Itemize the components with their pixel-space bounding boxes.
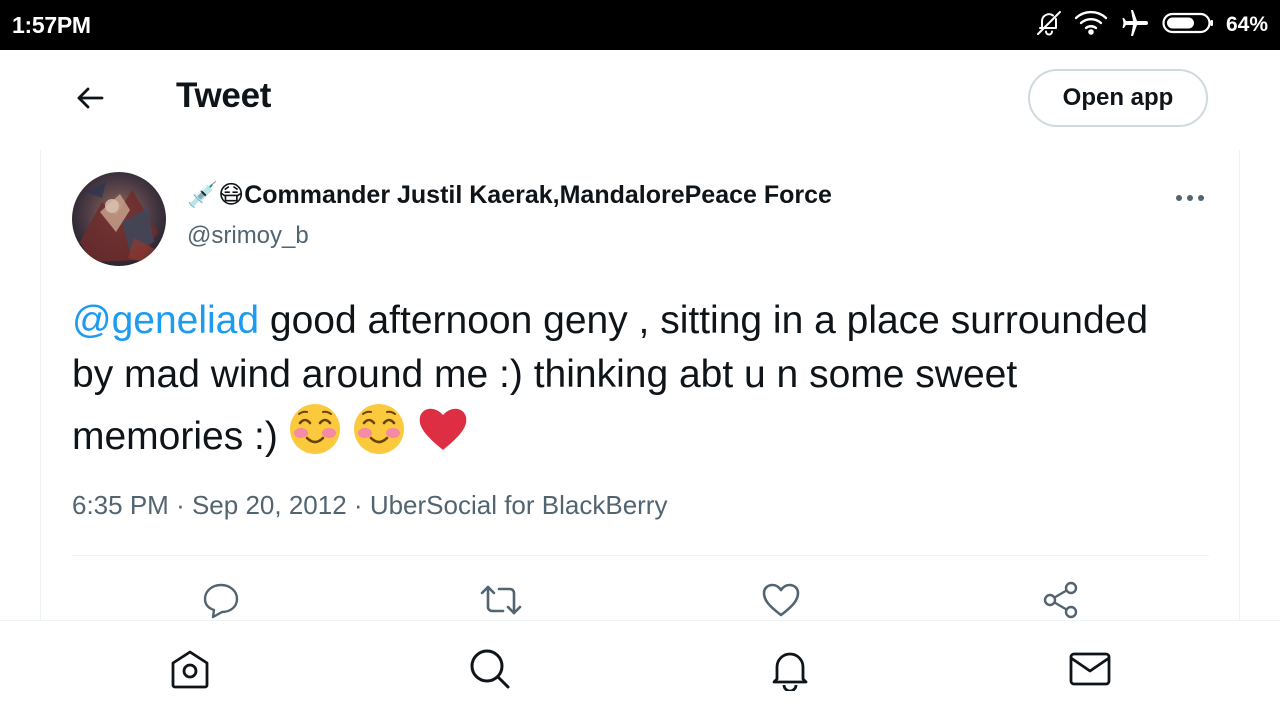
meta-separator: · (353, 490, 363, 520)
like-icon (761, 582, 801, 623)
back-button[interactable] (68, 78, 112, 122)
open-app-button[interactable]: Open app (1028, 69, 1208, 127)
status-icons: 64% (1036, 8, 1268, 43)
top-bar: Tweet Open app (0, 50, 1280, 150)
nav-messages[interactable] (1066, 647, 1114, 695)
share-button[interactable] (1039, 580, 1083, 624)
more-icon (1175, 189, 1205, 207)
tweet-date: Sep 20, 2012 (191, 490, 347, 520)
tweet-meta: 6:35 PM · Sep 20, 2012 · UberSocial for … (72, 490, 667, 521)
mask-emoji: 😷 (218, 181, 245, 209)
mention-link[interactable]: @geneliad (72, 299, 259, 342)
battery-icon (1162, 11, 1214, 40)
meta-separator: · (176, 490, 185, 520)
bottom-nav (0, 620, 1280, 720)
nav-notifications[interactable] (766, 647, 814, 695)
search-icon (468, 647, 512, 696)
retweet-button[interactable] (479, 580, 523, 624)
author-name[interactable]: 💉 😷 Commander Justil Kaerak,MandalorePea… (187, 180, 832, 210)
tweet-time: 6:35 PM (72, 490, 169, 520)
smiling-blush-emoji (352, 402, 406, 471)
wifi-icon (1074, 10, 1108, 41)
arrow-left-icon (74, 82, 106, 119)
messages-icon (1068, 647, 1112, 696)
divider (72, 555, 1209, 556)
bell-off-icon (1036, 9, 1062, 42)
tweet-timestamp-link[interactable]: 6:35 PM · Sep 20, 2012 (72, 490, 347, 520)
avatar[interactable] (72, 172, 166, 266)
smiling-blush-emoji (288, 402, 342, 471)
status-bar: 1:57PM 64% (0, 0, 1280, 50)
red-heart-emoji (416, 402, 470, 471)
share-icon (1041, 580, 1081, 625)
notifications-icon (768, 647, 812, 696)
like-button[interactable] (759, 580, 803, 624)
display-name: Commander Justil Kaerak,MandalorePeace F… (244, 180, 832, 209)
home-icon (168, 647, 212, 696)
airplane-icon (1120, 8, 1150, 43)
author-handle[interactable]: @srimoy_b (187, 222, 309, 250)
page-title: Tweet (176, 76, 272, 115)
reply-button[interactable] (199, 580, 243, 624)
syringe-emoji: 💉 (187, 180, 219, 209)
tweet-source-link[interactable]: UberSocial for BlackBerry (370, 490, 668, 520)
status-time: 1:57PM (12, 12, 91, 38)
tweet-text: @geneliad good afternoon geny , sitting … (72, 294, 1182, 471)
tweet-card: 💉 😷 Commander Justil Kaerak,MandalorePea… (40, 150, 1240, 620)
battery-percent: 64% (1225, 13, 1268, 36)
nav-home[interactable] (166, 647, 214, 695)
more-options-button[interactable] (1167, 180, 1213, 216)
reply-icon (202, 581, 240, 624)
nav-search[interactable] (466, 647, 514, 695)
retweet-icon (479, 582, 523, 623)
